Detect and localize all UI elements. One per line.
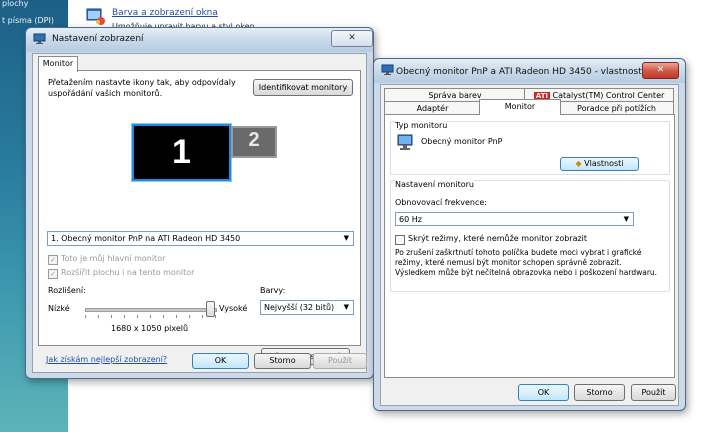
sidebar-item-dpi[interactable]: t písma (DPI) xyxy=(2,16,54,25)
display-settings-window: Nastavení zobrazení ✕ Monitor Přetažením… xyxy=(25,27,374,379)
extend-desktop-checkbox[interactable]: ✓ xyxy=(48,269,58,279)
monitor-properties-button[interactable]: ◆ Vlastnosti xyxy=(560,157,639,171)
tab-adapter[interactable]: Adaptér xyxy=(384,101,481,115)
color-depth-value: Nejvyšší (32 bitů) xyxy=(264,303,335,312)
resolution-value: 1680 x 1050 pixelů xyxy=(111,324,189,333)
slider-tick xyxy=(137,315,138,318)
instruction-text: Přetažením nastavte ikony tak, aby odpov… xyxy=(48,78,236,98)
resolution-slider-ticks xyxy=(85,315,217,318)
slider-tick xyxy=(215,315,216,318)
monitor-1-number: 1 xyxy=(172,133,191,171)
hide-modes-checkbox[interactable] xyxy=(395,235,405,245)
monitor-type-label: Typ monitoru xyxy=(395,121,448,130)
slider-tick xyxy=(98,315,99,318)
resolution-label: Rozlišení: xyxy=(48,286,86,295)
resolution-low-label: Nízké xyxy=(48,304,70,313)
refresh-rate-label: Obnovovací frekvence: xyxy=(395,198,487,207)
display-settings-titlebar[interactable]: Nastavení zobrazení ✕ xyxy=(26,28,373,52)
tab-monitor-label: Monitor xyxy=(504,102,536,111)
monitor-icon xyxy=(397,134,413,150)
tab-color-management-label: Správa barev xyxy=(428,91,482,100)
ok-button[interactable]: OK xyxy=(518,384,569,401)
apply-button[interactable]: Použít xyxy=(631,384,676,401)
monitor-2-number: 2 xyxy=(248,129,260,151)
monitor-type-group: Typ monitoru Obecný monitor PnP ◆ Vlastn… xyxy=(390,121,670,175)
ok-button[interactable]: OK xyxy=(192,353,249,369)
monitor-properties-window: Obecný monitor PnP a ATI Radeon HD 3450 … xyxy=(373,58,686,411)
chevron-down-icon: ▼ xyxy=(343,303,349,311)
properties-client: Správa barev ATI Catalyst(TM) Control Ce… xyxy=(380,84,679,406)
monitor-settings-label: Nastavení monitoru xyxy=(395,180,474,189)
slider-tick xyxy=(202,315,203,318)
properties-titlebar[interactable]: Obecný monitor PnP a ATI Radeon HD 3450 … xyxy=(374,59,685,83)
apply-button[interactable]: Použít xyxy=(313,353,367,369)
chevron-down-icon: ▼ xyxy=(343,234,349,242)
monitor-icon xyxy=(381,64,394,75)
cancel-button[interactable]: Storno xyxy=(574,384,625,401)
refresh-rate-select[interactable]: 60 Hz ▼ xyxy=(395,212,634,226)
tab-catalyst-label: Catalyst(TM) Control Center xyxy=(552,91,665,100)
monitor-settings-group: Nastavení monitoru Obnovovací frekvence:… xyxy=(390,180,670,292)
monitor-name: Obecný monitor PnP xyxy=(421,137,503,146)
slider-tick xyxy=(111,315,112,318)
monitor-tab-panel: Přetažením nastavte ikony tak, aby odpov… xyxy=(38,70,361,346)
monitor-select[interactable]: 1. Obecný monitor PnP na ATI Radeon HD 3… xyxy=(47,231,354,246)
resolution-slider-thumb[interactable] xyxy=(206,301,216,317)
slider-tick xyxy=(189,315,190,318)
primary-monitor-checkbox[interactable]: ✓ xyxy=(48,255,58,265)
properties-window-title: Obecný monitor PnP a ATI Radeon HD 3450 … xyxy=(396,67,645,77)
slider-tick xyxy=(163,315,164,318)
slider-tick xyxy=(176,315,177,318)
tab-troubleshoot[interactable]: Poradce při potížích xyxy=(559,101,674,115)
monitor-properties-button-label: Vlastnosti xyxy=(584,159,624,168)
sidebar-item-desktop[interactable]: plochy xyxy=(2,0,28,8)
tab-monitor-label: Monitor xyxy=(42,59,74,68)
resolution-high-label: Vysoké xyxy=(219,304,248,313)
refresh-rate-value: 60 Hz xyxy=(399,215,422,224)
close-icon: ✕ xyxy=(656,65,665,75)
primary-monitor-label: Toto je můj hlavní monitor xyxy=(61,254,166,263)
window-color-icon xyxy=(86,8,105,25)
close-button[interactable]: ✕ xyxy=(331,30,373,47)
slider-tick xyxy=(85,315,86,318)
close-button[interactable]: ✕ xyxy=(642,62,679,79)
resolution-slider-track[interactable] xyxy=(85,308,217,312)
chevron-down-icon: ▼ xyxy=(623,215,629,223)
monitor-select-value: 1. Obecný monitor PnP na ATI Radeon HD 3… xyxy=(51,234,241,243)
color-depth-select[interactable]: Nejvyšší (32 bitů) ▼ xyxy=(260,300,354,315)
hide-modes-label: Skrýt režimy, které nemůže monitor zobra… xyxy=(408,234,588,243)
slider-tick xyxy=(124,315,125,318)
close-icon: ✕ xyxy=(348,33,356,43)
monitor-tab-panel: Typ monitoru Obecný monitor PnP ◆ Vlastn… xyxy=(384,114,675,378)
window-title: Nastavení zobrazení xyxy=(52,34,144,44)
display-settings-client: Monitor Přetažením nastavte ikony tak, a… xyxy=(32,53,367,373)
help-link[interactable]: Jak získám nejlepší zobrazení? xyxy=(46,355,167,364)
colors-label: Barvy: xyxy=(260,286,286,295)
monitor-icon xyxy=(33,33,46,44)
extend-desktop-label: Rozšířit plochu i na tento monitor xyxy=(61,268,195,277)
warning-text: Po zrušení zaškrtnutí tohoto políčka bud… xyxy=(395,248,658,277)
tab-monitor[interactable]: Monitor xyxy=(38,56,78,72)
tab-monitor[interactable]: Monitor xyxy=(479,99,561,115)
slider-tick xyxy=(150,315,151,318)
tab-troubleshoot-label: Poradce při potížích xyxy=(577,104,656,113)
cancel-button[interactable]: Storno xyxy=(254,353,311,369)
tab-adapter-label: Adaptér xyxy=(416,104,449,113)
monitor-2-tile[interactable]: 2 xyxy=(231,126,277,158)
monitor-1-tile[interactable]: 1 xyxy=(132,124,231,181)
shield-icon: ◆ xyxy=(575,159,582,168)
control-panel-item-title[interactable]: Barva a zobrazení okna xyxy=(112,8,218,18)
identify-monitors-button[interactable]: Identifikovat monitory xyxy=(253,79,353,96)
